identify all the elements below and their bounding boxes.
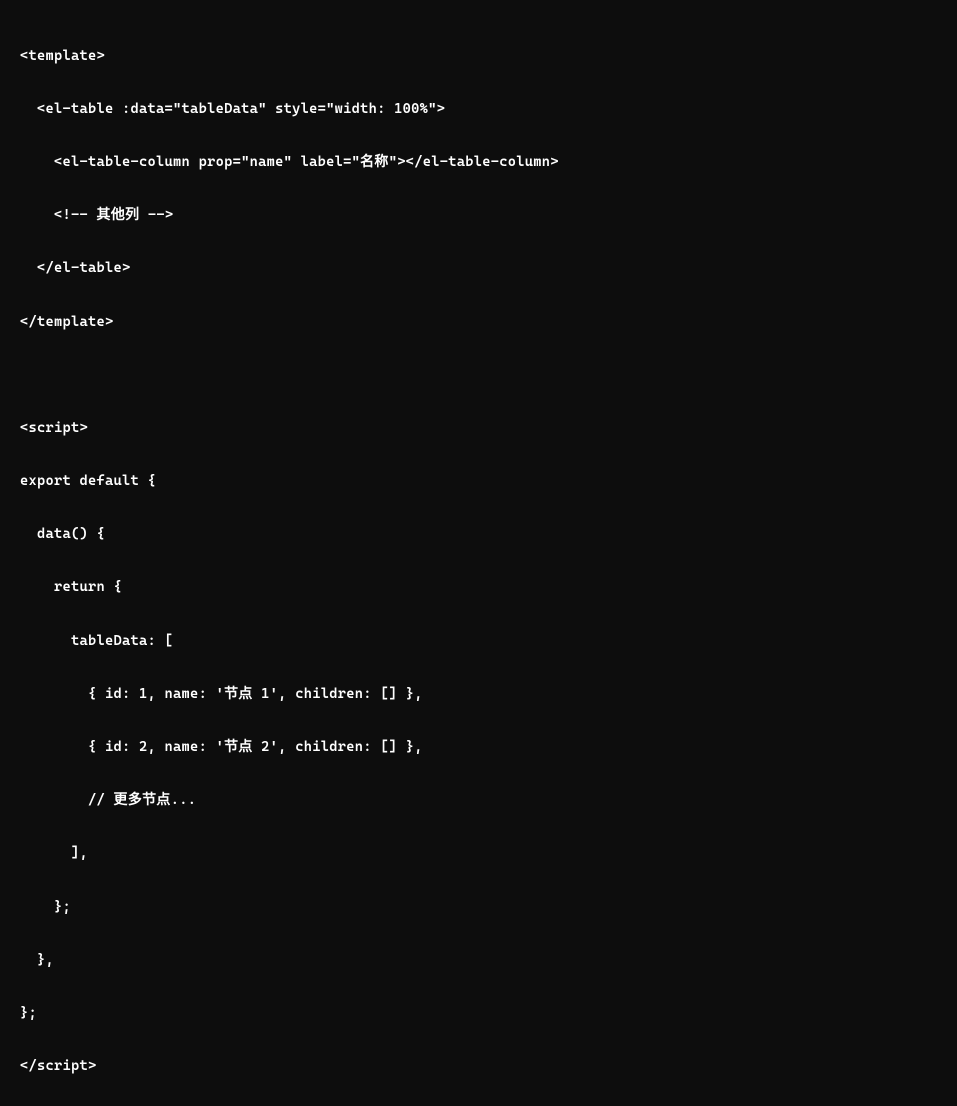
- code-line: // 更多节点...: [20, 787, 937, 814]
- code-line: };: [20, 894, 937, 921]
- code-line: <script>: [20, 415, 937, 442]
- code-line: tableData: [: [20, 628, 937, 655]
- code-line: { id: 1, name: '节点 1', children: [] },: [20, 681, 937, 708]
- code-line: return {: [20, 574, 937, 601]
- code-snippet: <template> <el-table :data="tableData" s…: [20, 16, 937, 1106]
- code-line: };: [20, 1000, 937, 1027]
- code-line: </template>: [20, 309, 937, 336]
- code-line: </script>: [20, 1053, 937, 1080]
- code-line: <!-- 其他列 -->: [20, 202, 937, 229]
- code-line: data() {: [20, 521, 937, 548]
- code-line: },: [20, 947, 937, 974]
- code-line: export default {: [20, 468, 937, 495]
- code-line: <template>: [20, 43, 937, 70]
- code-line: <el-table :data="tableData" style="width…: [20, 96, 937, 123]
- code-line: [20, 362, 937, 389]
- code-line: ],: [20, 840, 937, 867]
- code-line: { id: 2, name: '节点 2', children: [] },: [20, 734, 937, 761]
- code-line: <el-table-column prop="name" label="名称">…: [20, 149, 937, 176]
- code-line: </el-table>: [20, 255, 937, 282]
